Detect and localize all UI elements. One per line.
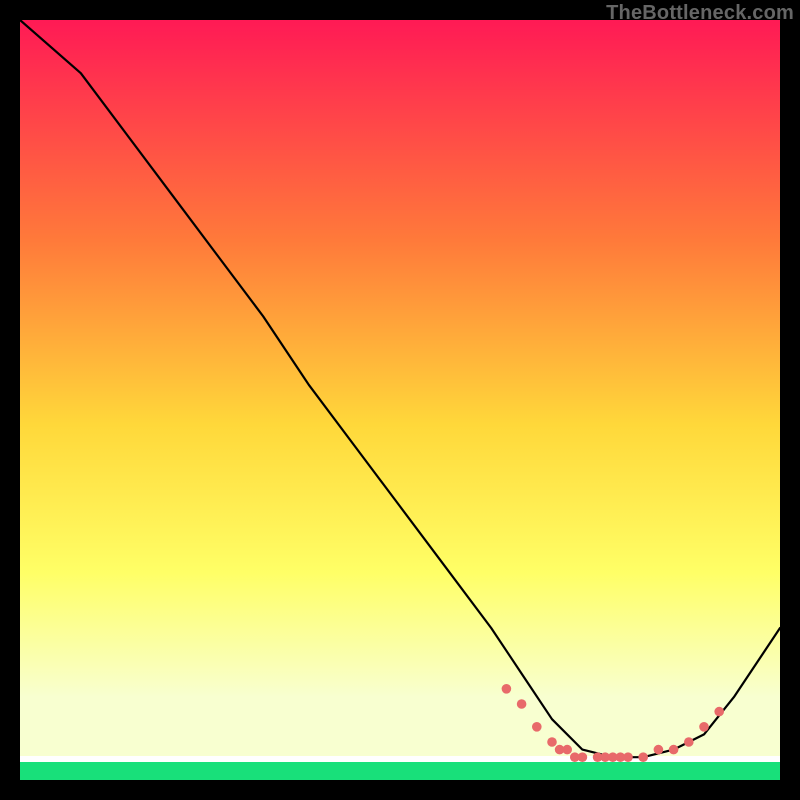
cluster-point: [578, 752, 588, 762]
chart-frame: TheBottleneck.com: [0, 0, 800, 800]
cluster-point: [699, 722, 709, 732]
cluster-point: [669, 745, 679, 755]
white-band: [20, 756, 780, 762]
cluster-point: [623, 752, 633, 762]
cluster-point: [684, 737, 694, 747]
bottleneck-chart: [20, 20, 780, 780]
cluster-point: [638, 752, 648, 762]
cluster-point: [517, 699, 527, 709]
green-band: [20, 762, 780, 780]
cluster-point: [547, 737, 557, 747]
cluster-point: [532, 722, 542, 732]
cluster-point: [654, 745, 664, 755]
cluster-point: [562, 745, 572, 755]
cluster-point: [502, 684, 512, 694]
cluster-point: [714, 707, 724, 717]
gradient-background: [20, 20, 780, 756]
